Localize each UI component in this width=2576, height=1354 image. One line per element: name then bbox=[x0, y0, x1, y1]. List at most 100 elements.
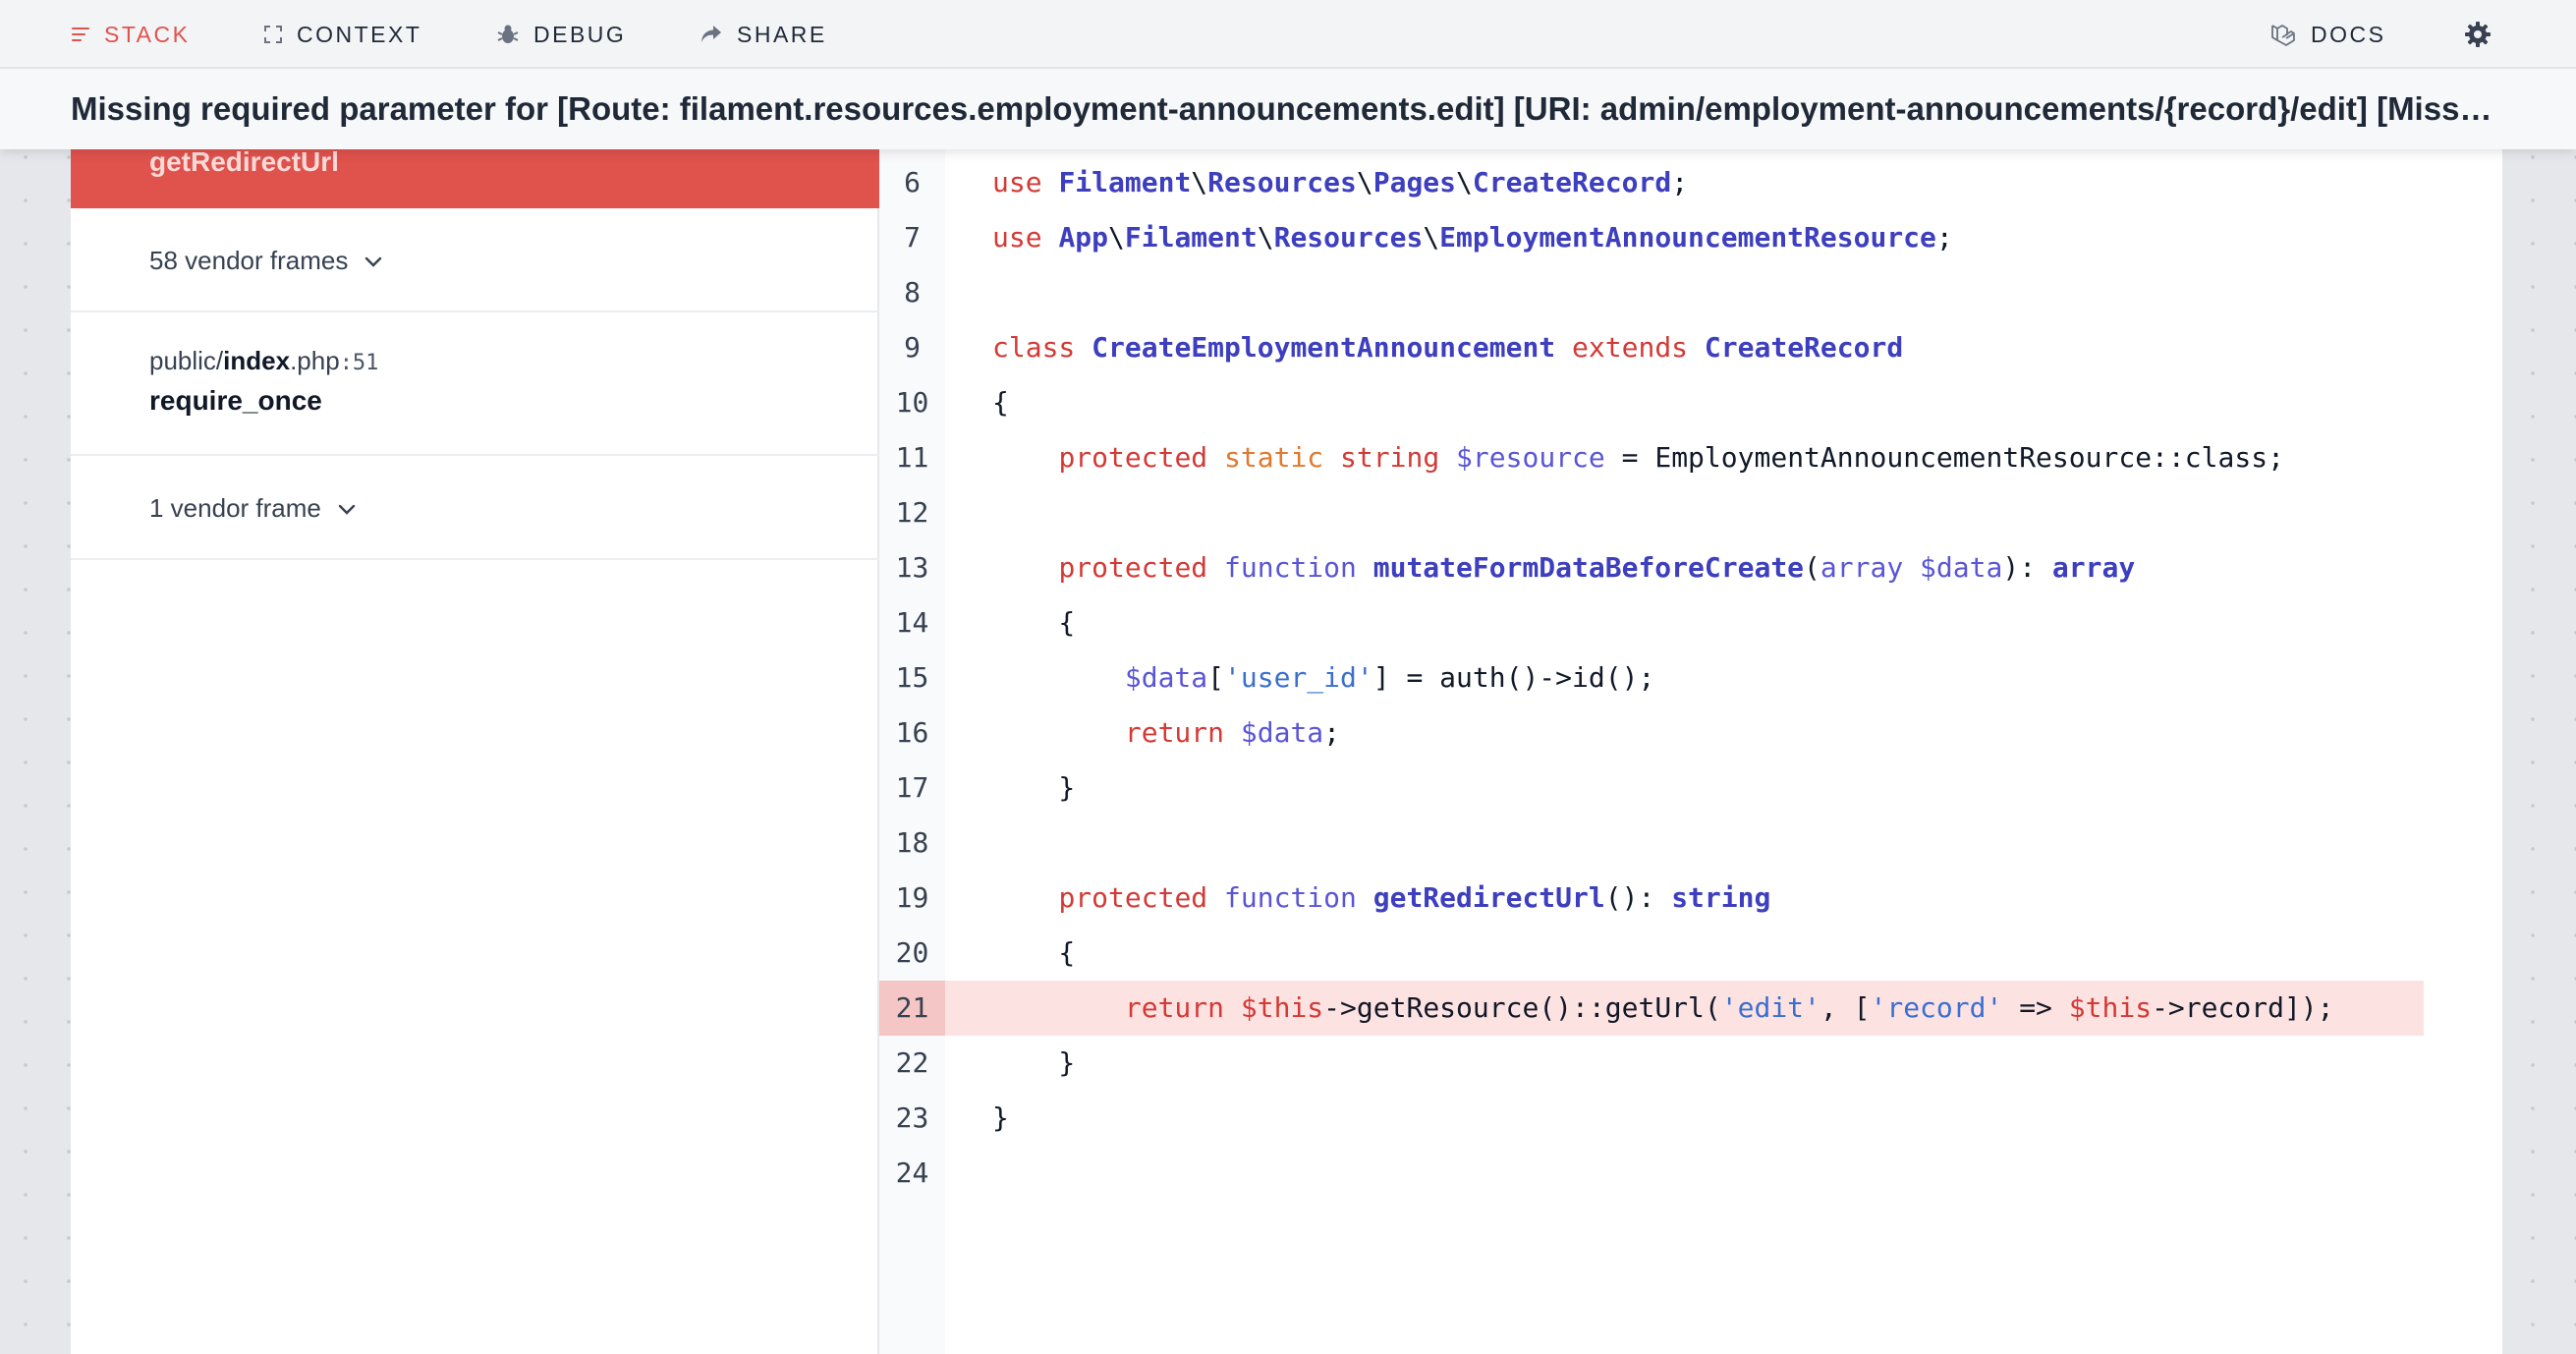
frame-file-path: public/index.php:51 bbox=[149, 346, 378, 376]
code-line: 21 return $this->getResource()::getUrl('… bbox=[879, 981, 2424, 1036]
docs-link[interactable]: DOCS bbox=[2269, 0, 2385, 69]
code-token: ->getResource()::getUrl( bbox=[1323, 991, 1721, 1024]
code-text: { bbox=[992, 595, 1075, 650]
gear-icon bbox=[2464, 21, 2492, 48]
code-line: 9 class CreateEmploymentAnnouncement exte… bbox=[879, 320, 2424, 375]
code-token: protected bbox=[1058, 441, 1208, 474]
code-text: return $this->getResource()::getUrl('edi… bbox=[992, 981, 2334, 1036]
code-text: } bbox=[992, 761, 1075, 816]
code-token: ->record]); bbox=[2152, 991, 2334, 1024]
code-token: $resource bbox=[1456, 441, 1605, 474]
vendor-frames-content: 58 vendor frames bbox=[149, 246, 383, 276]
code-token: } bbox=[992, 1101, 1009, 1134]
line-number[interactable]: 17 bbox=[879, 761, 945, 816]
line-number[interactable]: 23 bbox=[879, 1091, 945, 1146]
code-token: getRedirectUrl bbox=[1372, 881, 1605, 914]
vendor-frames-label: 58 vendor frames bbox=[149, 246, 349, 275]
vendor-frames-content-2: 1 vendor frame bbox=[149, 493, 357, 524]
line-number[interactable]: 19 bbox=[879, 871, 945, 926]
code-token: mutateFormDataBeforeCreate bbox=[1372, 551, 1805, 584]
line-number[interactable]: 11 bbox=[879, 430, 945, 485]
code-token: } bbox=[992, 771, 1076, 804]
line-number[interactable]: 13 bbox=[879, 540, 945, 595]
code-token: ; bbox=[1323, 716, 1341, 749]
line-number[interactable]: 8 bbox=[879, 265, 945, 320]
stack-frames-panel: getRedirectUrl 58 vendor frames public/i… bbox=[71, 146, 879, 1354]
code-token: ( bbox=[1804, 551, 1820, 584]
line-number[interactable]: 12 bbox=[879, 485, 945, 540]
error-message-bar: Missing required parameter for [Route: f… bbox=[0, 69, 2576, 149]
code-token: { bbox=[992, 386, 1009, 419]
code-line: 17 } bbox=[879, 761, 2424, 816]
code-line: 23} bbox=[879, 1091, 2424, 1146]
code-token: 'record' bbox=[1870, 991, 2003, 1024]
line-number[interactable]: 22 bbox=[879, 1036, 945, 1091]
stack-frame-active[interactable]: getRedirectUrl bbox=[71, 146, 879, 208]
vendor-frames-toggle-2[interactable]: 1 vendor frame bbox=[71, 456, 879, 560]
top-nav: STACK CONTEXT DEBUG SHARE DOCS bbox=[0, 0, 2576, 69]
code-token: $data bbox=[1124, 661, 1208, 694]
line-number[interactable]: 21 bbox=[879, 981, 945, 1036]
vendor-frames-toggle[interactable]: 58 vendor frames bbox=[71, 208, 879, 312]
code-token: Filament bbox=[1058, 166, 1192, 198]
code-token: class bbox=[992, 331, 1076, 364]
code-token: ; bbox=[1935, 221, 1953, 254]
tab-context[interactable]: CONTEXT bbox=[263, 0, 421, 69]
frame-line: :51 bbox=[339, 351, 379, 375]
code-text: class CreateEmploymentAnnouncement exten… bbox=[992, 320, 1903, 375]
code-token: array bbox=[1820, 551, 1904, 584]
settings-button[interactable] bbox=[2464, 0, 2492, 69]
code-token: extends bbox=[1572, 331, 1689, 364]
list-lines-icon bbox=[71, 25, 90, 44]
code-text: protected function mutateFormDataBeforeC… bbox=[992, 540, 2135, 595]
code-line: 10 { bbox=[879, 375, 2424, 430]
line-number[interactable]: 18 bbox=[879, 816, 945, 871]
code-token: 'user_id' bbox=[1224, 661, 1373, 694]
code-token: use bbox=[992, 221, 1042, 254]
code-viewer: 6 use Filament\Resources\Pages\CreateReco… bbox=[879, 149, 2502, 1354]
line-number[interactable]: 20 bbox=[879, 926, 945, 981]
line-number[interactable]: 15 bbox=[879, 650, 945, 705]
code-token: string bbox=[1671, 881, 1771, 914]
code-text: protected static string $resource = Empl… bbox=[992, 430, 2283, 485]
tab-share[interactable]: SHARE bbox=[700, 0, 827, 69]
code-token: $this bbox=[2068, 991, 2153, 1024]
code-token: \ bbox=[1108, 221, 1125, 254]
code-token: protected bbox=[1058, 881, 1208, 914]
code-token: ; bbox=[1671, 166, 1689, 198]
line-number[interactable]: 9 bbox=[879, 320, 945, 375]
code-line: 6 use Filament\Resources\Pages\CreateReco… bbox=[879, 155, 2424, 210]
line-number[interactable]: 14 bbox=[879, 595, 945, 650]
stack-frame-function: getRedirectUrl bbox=[149, 146, 339, 177]
code-token: (): bbox=[1604, 881, 1672, 914]
line-number[interactable]: 7 bbox=[879, 210, 945, 265]
code-text: $data['user_id'] = auth()->id(); bbox=[992, 650, 1654, 705]
code-text: { bbox=[992, 375, 1009, 430]
code-line: 22 } bbox=[879, 1036, 2424, 1091]
code-line: 16 return $data; bbox=[879, 705, 2424, 761]
code-token: ] = auth()->id(); bbox=[1372, 661, 1655, 694]
code-line: 8 bbox=[879, 265, 2424, 320]
line-number[interactable]: 6 bbox=[879, 155, 945, 210]
code-token: $data bbox=[1920, 551, 2003, 584]
tab-stack[interactable]: STACK bbox=[71, 0, 190, 69]
stack-frame-app[interactable] bbox=[71, 312, 879, 456]
code-token: 'edit' bbox=[1720, 991, 1820, 1024]
laravel-logo-icon bbox=[2269, 21, 2297, 48]
frame-dir: public/ bbox=[149, 346, 224, 375]
code-token: { bbox=[992, 606, 1076, 639]
tab-debug[interactable]: DEBUG bbox=[496, 0, 626, 69]
line-number[interactable]: 10 bbox=[879, 375, 945, 430]
line-number[interactable]: 24 bbox=[879, 1146, 945, 1201]
line-number[interactable]: 16 bbox=[879, 705, 945, 761]
code-token: Filament bbox=[1124, 221, 1258, 254]
code-text: { bbox=[992, 926, 1075, 981]
